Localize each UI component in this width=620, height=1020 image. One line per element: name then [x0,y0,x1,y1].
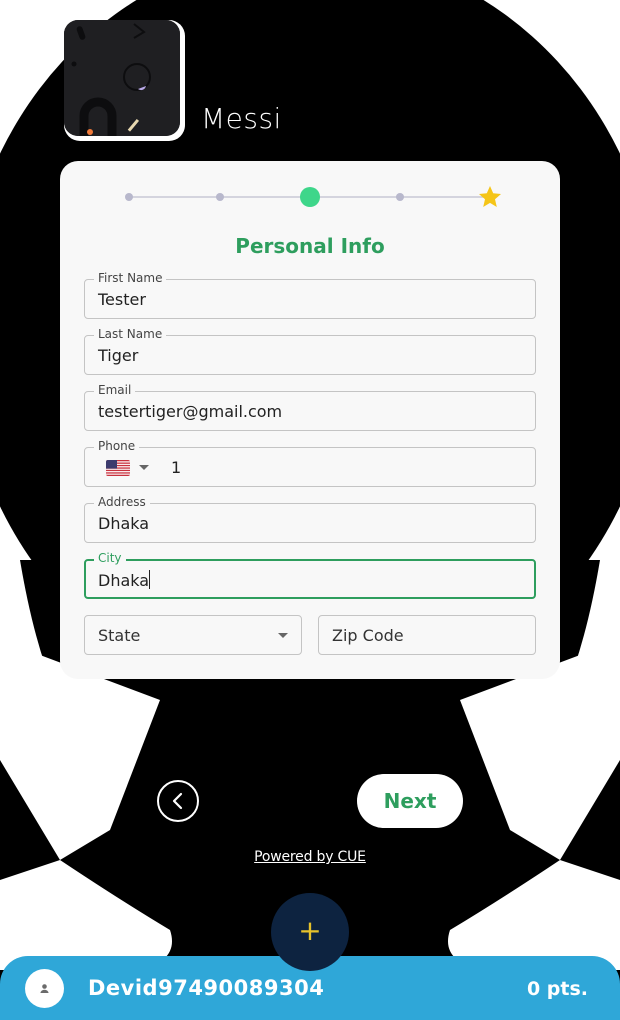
address-field[interactable]: Address Dhaka [84,495,536,543]
step-3-dot-active [300,187,320,207]
phone-field[interactable]: Phone 1 [84,439,536,487]
next-button[interactable]: Next [357,774,463,828]
first-name-label: First Name [94,271,167,285]
last-name-field[interactable]: Last Name Tiger [84,327,536,375]
brand-logo-art [64,20,180,136]
chevron-left-icon [172,792,183,810]
progress-stepper [125,186,501,207]
powered-by-link[interactable]: Powered by CUE [0,849,620,865]
us-flag-icon[interactable] [106,460,130,476]
first-name-value: Tester [98,290,146,309]
state-placeholder: State [98,626,141,645]
zip-code-placeholder: Zip Code [332,626,404,645]
username: Devid97490089304 [88,976,325,1000]
add-button[interactable]: + [271,893,349,971]
email-field[interactable]: Email testertiger@gmail.com [84,383,536,431]
step-4-dot [396,193,404,201]
chevron-down-icon [278,633,288,638]
points-count: 0 pts. [526,978,588,1000]
user-icon [40,984,49,993]
user-avatar[interactable] [25,969,64,1008]
email-value: testertiger@gmail.com [98,402,283,421]
phone-value: 1 [171,458,182,477]
text-cursor [149,570,151,589]
step-2-dot [216,193,224,201]
last-name-label: Last Name [94,327,167,341]
city-field[interactable]: City Dhaka [84,551,536,599]
step-1-dot [125,193,133,201]
city-value: Dhaka [98,571,150,590]
last-name-value: Tiger [98,346,139,365]
first-name-field[interactable]: First Name Tester [84,271,536,319]
form-title: Personal Info [235,234,385,258]
back-button[interactable] [157,780,199,822]
phone-label: Phone [94,439,140,453]
state-select[interactable]: State [84,615,302,655]
city-label: City [94,551,126,565]
brand-name: Messi [201,102,282,135]
zip-code-field[interactable]: Zip Code [318,615,536,655]
star-icon [479,186,501,207]
address-label: Address [94,495,150,509]
address-value: Dhaka [98,514,150,533]
form-card: Personal Info First Name Tester Last Nam… [60,161,560,679]
country-dropdown-icon[interactable] [139,465,149,470]
plus-icon: + [298,914,322,947]
city-value-wrap: Dhaka [98,570,151,591]
brand-logo [64,20,185,141]
email-label: Email [94,383,136,397]
